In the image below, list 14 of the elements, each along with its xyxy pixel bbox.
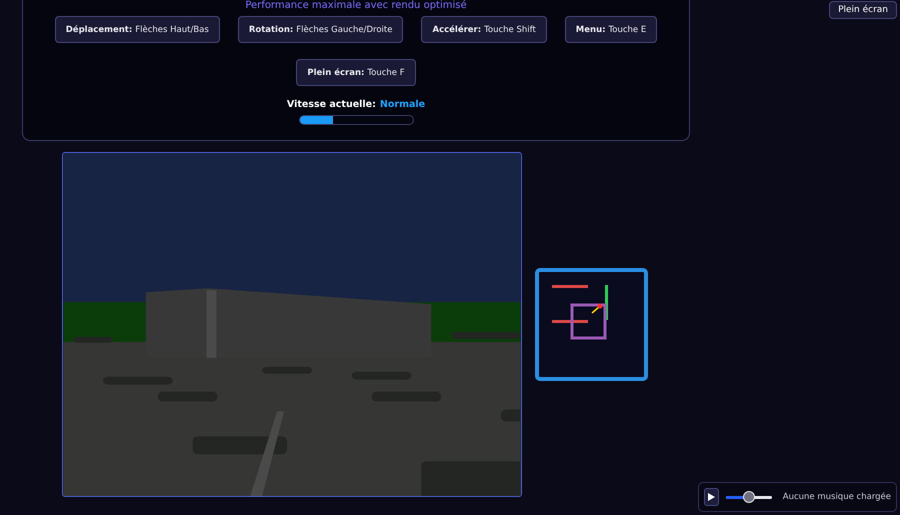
control-hint: Accélérer: Touche Shift bbox=[421, 16, 547, 43]
fullscreen-button[interactable]: Plein écran bbox=[829, 1, 897, 19]
speed-value: Normale bbox=[380, 99, 426, 110]
music-status: Aucune musique chargée bbox=[782, 492, 891, 502]
play-button[interactable] bbox=[704, 488, 719, 506]
play-icon bbox=[707, 493, 716, 501]
volume-thumb[interactable] bbox=[742, 491, 755, 503]
volume-slider[interactable] bbox=[726, 491, 772, 503]
speed-label: Vitesse actuelle: bbox=[286, 99, 376, 110]
control-hint: Plein écran: Touche F bbox=[296, 59, 416, 86]
control-hint: Menu: Touche E bbox=[564, 16, 658, 43]
control-hint: Rotation: Flèches Gauche/Droite bbox=[238, 16, 404, 43]
control-hint: Déplacement: Flèches Haut/Bas bbox=[54, 16, 220, 43]
subtitle-text: Performance maximale avec rendu optimisé bbox=[245, 0, 467, 12]
